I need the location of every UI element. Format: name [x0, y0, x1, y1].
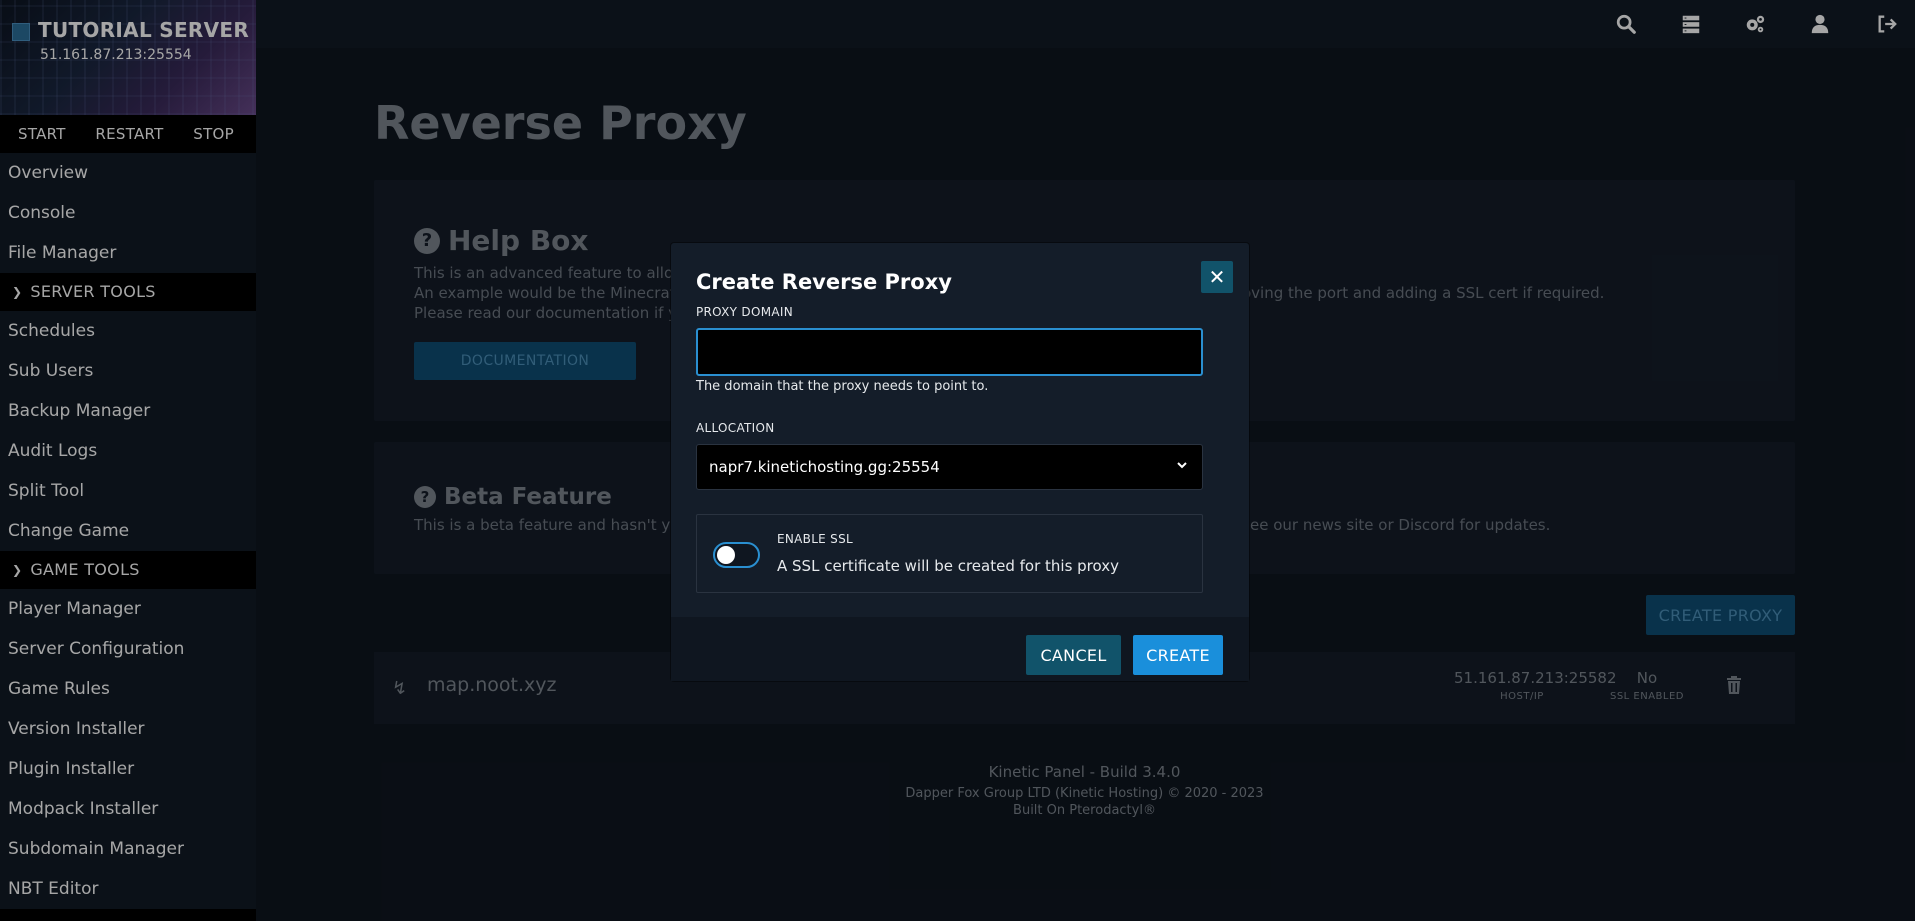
modal-title: Create Reverse Proxy [696, 270, 952, 294]
enable-ssl-label: ENABLE SSL [777, 532, 854, 546]
ssl-option: ENABLE SSL A SSL certificate will be cre… [696, 514, 1203, 593]
enable-ssl-toggle[interactable] [713, 542, 760, 568]
cancel-button[interactable]: CANCEL [1026, 635, 1121, 675]
modal-body: ✕ Create Reverse Proxy PROXY DOMAIN The … [671, 243, 1249, 617]
allocation-value: napr7.kinetichosting.gg:25554 [709, 458, 940, 476]
toggle-knob [717, 546, 735, 564]
close-icon[interactable]: ✕ [1201, 261, 1233, 293]
enable-ssl-description: A SSL certificate will be created for th… [777, 557, 1119, 575]
create-reverse-proxy-modal: ✕ Create Reverse Proxy PROXY DOMAIN The … [671, 243, 1249, 681]
proxy-domain-input[interactable] [696, 328, 1203, 376]
modal-footer: CANCEL CREATE [671, 617, 1249, 681]
proxy-domain-help: The domain that the proxy needs to point… [696, 379, 989, 394]
create-button[interactable]: CREATE [1133, 635, 1223, 675]
chevron-down-icon [1176, 459, 1188, 474]
proxy-domain-label: PROXY DOMAIN [696, 305, 793, 319]
allocation-label: ALLOCATION [696, 421, 775, 435]
allocation-select[interactable]: napr7.kinetichosting.gg:25554 [696, 444, 1203, 490]
